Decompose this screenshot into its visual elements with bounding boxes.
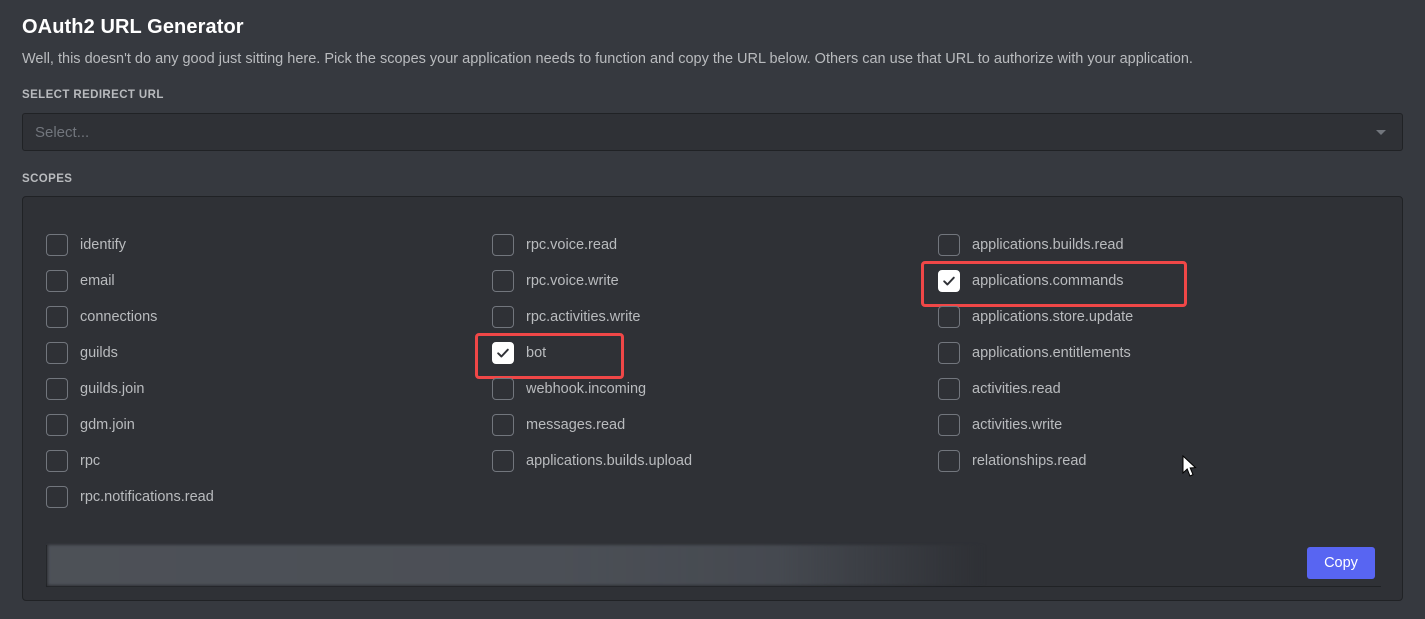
scope-row[interactable]: connections xyxy=(46,299,476,335)
generated-url-redacted-value xyxy=(48,545,986,585)
scope-label: rpc xyxy=(80,453,101,469)
scope-row[interactable]: applications.builds.read xyxy=(938,227,1368,263)
scope-label: rpc.notifications.read xyxy=(80,489,214,505)
scope-label: applications.commands xyxy=(972,273,1124,289)
redirect-url-placeholder: Select... xyxy=(35,123,90,141)
checkbox-unchecked-icon[interactable] xyxy=(46,450,68,472)
scope-label: applications.entitlements xyxy=(972,345,1131,361)
scope-label: connections xyxy=(80,309,158,325)
scope-row[interactable]: guilds.join xyxy=(46,371,476,407)
scopes-column-1: identify email connections guilds guilds.joi… xyxy=(46,227,476,515)
checkbox-unchecked-icon[interactable] xyxy=(492,270,514,292)
scope-label: rpc.voice.read xyxy=(526,237,618,253)
scopes-label: SCOPES xyxy=(22,173,73,185)
scope-row[interactable]: messages.read xyxy=(492,407,922,443)
scope-row[interactable]: gdm.join xyxy=(46,407,476,443)
scope-label: activities.write xyxy=(972,417,1063,433)
scope-row[interactable]: activities.write xyxy=(938,407,1368,443)
checkbox-unchecked-icon[interactable] xyxy=(938,306,960,328)
scope-row[interactable]: guilds xyxy=(46,335,476,371)
scope-label: email xyxy=(80,273,115,289)
scope-label: webhook.incoming xyxy=(526,381,647,397)
checkbox-unchecked-icon[interactable] xyxy=(938,414,960,436)
checkbox-unchecked-icon[interactable] xyxy=(938,450,960,472)
copy-button[interactable]: Copy xyxy=(1307,547,1375,579)
scope-label: rpc.activities.write xyxy=(526,309,641,325)
checkbox-unchecked-icon[interactable] xyxy=(938,342,960,364)
page-description: Well, this doesn't do any good just sitt… xyxy=(22,51,1193,67)
checkbox-checked-icon[interactable] xyxy=(938,270,960,292)
checkbox-unchecked-icon[interactable] xyxy=(46,378,68,400)
scope-row[interactable]: applications.store.update xyxy=(938,299,1368,335)
scopes-column-3: applications.builds.read applications.com… xyxy=(921,227,1368,479)
checkbox-unchecked-icon[interactable] xyxy=(46,270,68,292)
scope-row[interactable]: rpc.voice.write xyxy=(492,263,922,299)
scope-row[interactable]: relationships.read xyxy=(938,443,1368,479)
scope-row[interactable]: activities.read xyxy=(938,371,1368,407)
scope-label: activities.read xyxy=(972,381,1061,397)
scopes-panel: identify email connections guilds guilds.joi… xyxy=(22,196,1403,601)
scope-label: messages.read xyxy=(526,417,626,433)
scope-row[interactable]: email xyxy=(46,263,476,299)
scope-row[interactable]: applications.entitlements xyxy=(938,335,1368,371)
checkbox-unchecked-icon[interactable] xyxy=(492,450,514,472)
checkbox-unchecked-icon[interactable] xyxy=(938,234,960,256)
page-title: OAuth2 URL Generator xyxy=(22,16,244,38)
scope-label: bot xyxy=(526,345,547,361)
scope-row[interactable]: applications.commands xyxy=(921,261,1368,307)
checkbox-unchecked-icon[interactable] xyxy=(938,378,960,400)
scope-label: gdm.join xyxy=(80,417,135,433)
scope-row[interactable]: rpc.notifications.read xyxy=(46,479,476,515)
scope-label: rpc.voice.write xyxy=(526,273,619,289)
scope-row[interactable]: webhook.incoming xyxy=(492,371,922,407)
scope-label: applications.store.update xyxy=(972,309,1134,325)
checkbox-unchecked-icon[interactable] xyxy=(46,342,68,364)
oauth2-url-generator-page: OAuth2 URL Generator Well, this doesn't … xyxy=(0,0,1425,619)
checkbox-unchecked-icon[interactable] xyxy=(492,306,514,328)
checkbox-checked-icon[interactable] xyxy=(492,342,514,364)
scope-row[interactable]: bot xyxy=(475,333,922,379)
checkbox-unchecked-icon[interactable] xyxy=(492,234,514,256)
scope-row[interactable]: rpc.voice.read xyxy=(492,227,922,263)
checkbox-unchecked-icon[interactable] xyxy=(492,414,514,436)
checkbox-unchecked-icon[interactable] xyxy=(46,306,68,328)
checkbox-unchecked-icon[interactable] xyxy=(492,378,514,400)
scope-label: guilds xyxy=(80,345,118,361)
scopes-column-2: rpc.voice.read rpc.voice.write rpc.activit… xyxy=(475,227,922,479)
scopes-grid: identify email connections guilds guilds.joi… xyxy=(23,197,1402,517)
scope-label: identify xyxy=(80,237,126,253)
chevron-down-icon xyxy=(1376,129,1386,135)
scope-row[interactable]: applications.builds.upload xyxy=(492,443,922,479)
checkbox-unchecked-icon[interactable] xyxy=(46,486,68,508)
scope-label: applications.builds.upload xyxy=(526,453,693,469)
checkbox-unchecked-icon[interactable] xyxy=(46,414,68,436)
scope-row[interactable]: rpc xyxy=(46,443,476,479)
scope-label: guilds.join xyxy=(80,381,145,397)
scope-row[interactable]: identify xyxy=(46,227,476,263)
checkbox-unchecked-icon[interactable] xyxy=(46,234,68,256)
scope-label: applications.builds.read xyxy=(972,237,1124,253)
scope-row[interactable]: rpc.activities.write xyxy=(492,299,922,335)
redirect-url-label: SELECT REDIRECT URL xyxy=(22,89,164,101)
scope-label: relationships.read xyxy=(972,453,1087,469)
generated-url-bar[interactable]: Copy xyxy=(46,545,1381,587)
redirect-url-select[interactable]: Select... xyxy=(22,113,1403,151)
